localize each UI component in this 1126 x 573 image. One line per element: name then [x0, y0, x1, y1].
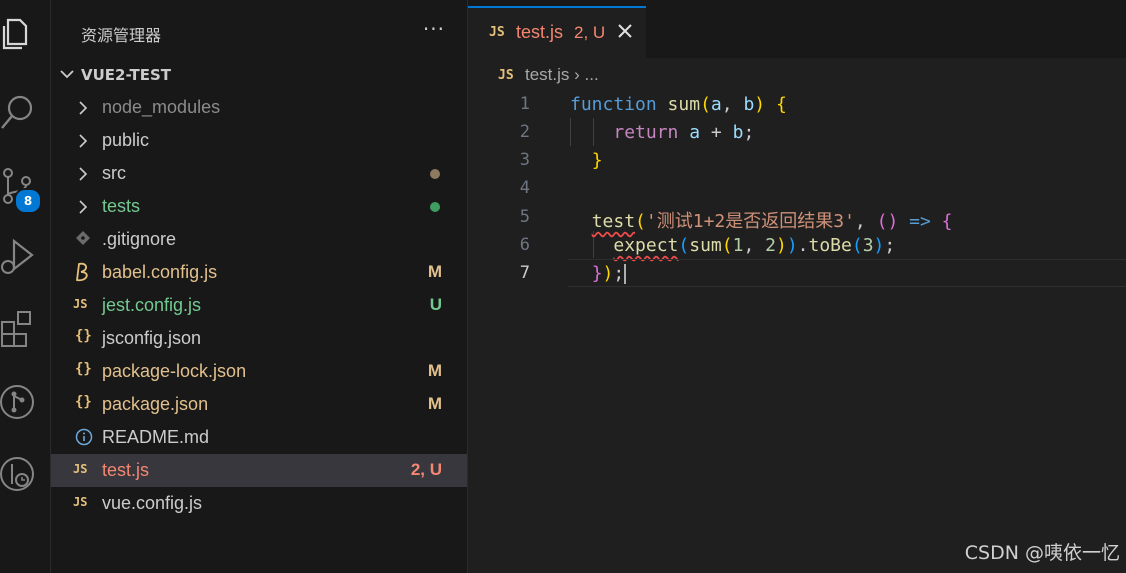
code-line[interactable]: 1 function sum(a, b) {	[468, 90, 1126, 118]
code-text: test('测试1+2是否返回结果3', () => {	[591, 211, 953, 232]
tree-item-label: tests	[102, 196, 141, 216]
tree-item-test-js[interactable]: JS test.js 2, U	[51, 454, 467, 487]
tree-item-jsconfig-json[interactable]: {} jsconfig.json	[51, 322, 467, 355]
project-name: VUE2-TEST	[81, 66, 172, 84]
tree-item-label: vue.config.js	[102, 493, 203, 513]
code-line[interactable]: 2 return a + b;	[468, 118, 1126, 146]
breadcrumb-path: test.js › ...	[525, 65, 599, 85]
git-file-icon	[76, 231, 98, 249]
change-indicator	[430, 202, 440, 212]
explorer-icon[interactable]	[0, 14, 46, 64]
explorer-sidebar: 资源管理器 ··· VUE2-TEST node_modulespublic sr…	[51, 0, 468, 573]
chevron-right-icon	[78, 100, 88, 119]
tree-item-src[interactable]: src	[51, 157, 467, 190]
tree-item-gitignore[interactable]: .gitignore	[51, 223, 467, 256]
line-number: 1	[519, 94, 530, 114]
code-text: function sum(a, b) {	[570, 94, 787, 115]
extensions-icon[interactable]	[0, 308, 46, 358]
tree-item-label: test.js	[102, 460, 150, 480]
code-text: });	[591, 263, 627, 284]
code-text: }	[591, 150, 603, 171]
code-text: return a + b;	[613, 122, 755, 143]
js-file-icon: JS	[73, 297, 88, 311]
js-file-icon: JS	[73, 462, 88, 476]
breadcrumb-file[interactable]: test.js	[525, 65, 569, 84]
line-number: 6	[519, 235, 530, 255]
json-file-icon: {}	[75, 361, 92, 377]
git-status: U	[429, 295, 442, 314]
line-number: 3	[519, 150, 530, 170]
chevron-right-icon	[78, 199, 88, 218]
git-status: M	[427, 394, 442, 413]
close-icon[interactable]	[616, 22, 634, 40]
tab-test-js[interactable]: JS test.js 2, U	[468, 6, 646, 60]
line-number: 2	[519, 122, 530, 142]
git-status: 2, U	[410, 460, 442, 479]
js-file-icon: JS	[73, 495, 88, 509]
chevron-right-icon	[78, 133, 88, 152]
tree-item-label: .gitignore	[102, 229, 177, 249]
more-actions-button[interactable]: ···	[423, 17, 445, 41]
breadcrumb-separator: ›	[574, 65, 580, 84]
tree-item-label: babel.config.js	[102, 262, 218, 282]
code-line[interactable]: 3 }	[468, 146, 1126, 174]
json-file-icon: {}	[75, 394, 92, 410]
project-header[interactable]: VUE2-TEST	[51, 62, 467, 88]
scm-badge: 8	[14, 188, 42, 214]
tree-item-label: public	[102, 130, 150, 150]
js-file-icon: JS	[498, 68, 514, 83]
breadcrumb-more[interactable]: ...	[585, 65, 599, 84]
explorer-title: 资源管理器	[81, 26, 162, 45]
tree-item-label: jest.config.js	[102, 295, 202, 315]
text-cursor	[624, 264, 627, 284]
git-status: M	[427, 262, 442, 281]
tree-item-label: node_modules	[102, 97, 221, 117]
code-line[interactable]: 5 test('测试1+2是否返回结果3', () => {	[468, 203, 1126, 232]
tree-item-tests[interactable]: tests	[51, 190, 467, 223]
tree-item-label: README.md	[102, 427, 210, 447]
tree-item-package-lock-json[interactable]: {} package-lock.json M	[51, 355, 467, 388]
code-line[interactable]: 4	[468, 174, 1126, 202]
tree-item-readme-md[interactable]: README.md	[51, 421, 467, 454]
line-number: 5	[519, 207, 530, 227]
activity-bar: 8	[0, 0, 51, 573]
json-file-icon: {}	[75, 328, 92, 344]
js-file-icon: JS	[489, 25, 505, 40]
tree-item-label: src	[102, 163, 126, 183]
search-icon[interactable]	[0, 90, 46, 140]
chevron-right-icon	[78, 166, 88, 185]
tree-item-node-modules[interactable]: node_modules	[51, 91, 467, 124]
tree-item-public[interactable]: public	[51, 124, 467, 157]
tree-item-babel-config-js[interactable]: babel.config.js M	[51, 256, 467, 289]
code-line-current[interactable]: 7 });	[468, 259, 1126, 287]
line-number: 7	[519, 263, 530, 283]
tree-item-vue-config-js[interactable]: JS vue.config.js	[51, 487, 467, 520]
chevron-down-icon	[60, 70, 74, 79]
tree-item-label: jsconfig.json	[102, 328, 202, 348]
current-line-highlight	[568, 259, 1126, 287]
code-text: expect(sum(1, 2)).toBe(3);	[613, 235, 896, 256]
tree-item-jest-config-js[interactable]: JS jest.config.js U	[51, 289, 467, 322]
tab-bar: JS test.js 2, U	[468, 0, 1126, 60]
code-line[interactable]: 6 expect(sum(1, 2)).toBe(3);	[468, 231, 1126, 259]
run-debug-icon[interactable]	[0, 235, 46, 285]
watermark: CSDN @咦依一忆	[964, 542, 1120, 564]
line-number: 4	[519, 178, 530, 198]
tab-status: 2, U	[574, 23, 606, 42]
git-history-icon[interactable]	[0, 452, 46, 502]
tab-label: test.js	[516, 22, 564, 42]
info-file-icon	[75, 428, 97, 446]
tree-item-label: package-lock.json	[102, 361, 247, 381]
git-graph-icon[interactable]	[0, 378, 46, 428]
tree-item-package-json[interactable]: {} package.json M	[51, 388, 467, 421]
git-status: M	[427, 361, 442, 380]
change-indicator	[430, 169, 440, 179]
babel-file-icon	[75, 262, 97, 282]
tree-item-label: package.json	[102, 394, 209, 414]
